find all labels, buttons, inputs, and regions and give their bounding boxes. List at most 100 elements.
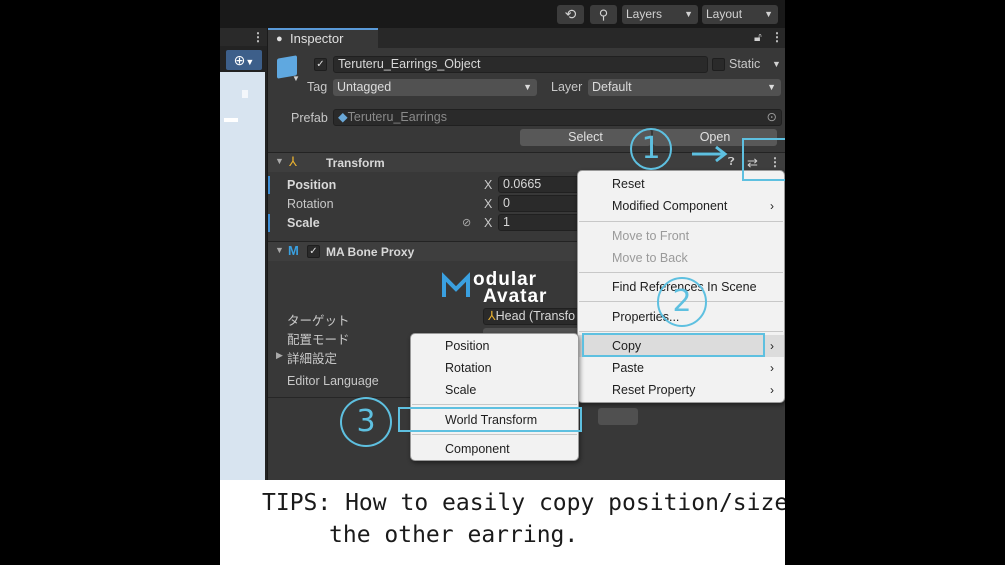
tag-dropdown[interactable]: Untagged ▼ (333, 79, 537, 96)
chevron-right-icon: › (770, 339, 774, 353)
open-label: Open (699, 130, 731, 144)
prefab-value: Teruteru_Earrings (347, 110, 447, 124)
editor-language-label: Editor Language (287, 374, 379, 388)
chevron-down-icon: ▼ (767, 82, 776, 92)
tag-value: Untagged (337, 80, 392, 94)
placement-mode-label: 配置モード (287, 333, 350, 347)
logo-text: Avatar (483, 286, 548, 307)
menu-item-move-to-back: Move to Back (612, 251, 688, 265)
layers-label: Layers (626, 7, 663, 21)
copy-submenu: Position Rotation Scale World Transform … (410, 333, 579, 461)
prefab-icon: ◆ (338, 110, 348, 124)
step-1-marker: 1 (630, 128, 672, 170)
scene-object (242, 90, 248, 98)
transform-title: Transform (326, 156, 385, 170)
tab-inspector[interactable]: ● Inspector (268, 28, 378, 48)
chevron-right-icon: › (770, 361, 774, 375)
transform-axes-icon: ⅄ (289, 154, 297, 169)
chevron-down-icon: ▼ (523, 82, 532, 92)
more-options-icon[interactable]: ⋮ (252, 30, 264, 44)
caption-panel: TIPS: How to easily copy position/size t… (220, 480, 785, 565)
info-icon: ● (276, 33, 283, 45)
more-options-icon[interactable]: ⋮ (771, 30, 783, 44)
scene-view[interactable] (220, 72, 265, 480)
position-x-field[interactable]: 0.0665 (498, 176, 588, 193)
object-name-text: Teruteru_Earrings_Object (338, 57, 481, 71)
target-field[interactable]: ⅄Head (Transfo (483, 308, 583, 325)
menu-separator (579, 221, 783, 222)
chevron-down-icon[interactable]: ▼ (292, 74, 300, 83)
caption-line-2: the other earring. (329, 522, 579, 548)
submenu-item-position[interactable]: Position (411, 335, 578, 357)
target-value: Head (Transfo (495, 309, 576, 323)
scale-label: Scale (287, 216, 320, 230)
layers-dropdown[interactable]: Layers ▼ (622, 5, 698, 24)
prefab-label: Prefab (291, 111, 328, 125)
editor-frame: ⟲ ⚲ Layers ▼ Layout ▼ ⋮ ⊕▼ ● Inspector 🔓… (220, 0, 785, 565)
tag-label: Tag (307, 80, 328, 94)
menu-item-modified-component[interactable]: Modified Component › (578, 195, 784, 217)
object-picker-icon[interactable]: ⊙ (767, 110, 777, 125)
chevron-down-icon: ▼ (684, 9, 693, 19)
bone-proxy-enabled-checkbox[interactable]: ✓ (307, 245, 320, 258)
menu-separator (412, 434, 577, 435)
highlight-box (582, 333, 765, 357)
arrow-right-icon (690, 144, 730, 164)
chevron-down-icon[interactable]: ▼ (772, 59, 781, 69)
constrain-proportions-icon[interactable]: ⊘ (462, 216, 471, 229)
modified-indicator (268, 176, 270, 194)
scene-object (224, 118, 238, 122)
position-x-value: 0.0665 (503, 177, 542, 191)
target-label: ターゲット (287, 314, 350, 328)
highlight-box (742, 138, 785, 181)
select-label: Select (568, 130, 603, 144)
scale-x-value: 1 (503, 215, 510, 229)
caption-line-1: TIPS: How to easily copy position/size t… (262, 490, 785, 516)
object-name-field[interactable]: Teruteru_Earrings_Object (333, 56, 708, 73)
chevron-down-icon: ▼ (764, 9, 773, 19)
static-checkbox[interactable] (712, 58, 725, 71)
menu-item-reset-property[interactable]: Reset Property › (578, 379, 784, 401)
chevron-down-icon: ▼ (275, 156, 284, 166)
menu-item-move-to-front: Move to Front (612, 229, 690, 243)
active-checkbox[interactable]: ✓ (314, 58, 327, 71)
crosshair-icon: ⊕ (233, 52, 246, 68)
chevron-down-icon: ▼ (275, 245, 284, 255)
submenu-item-scale[interactable]: Scale (411, 379, 578, 401)
scene-tab: ⋮ (220, 28, 267, 46)
axis-x-label: X (484, 216, 493, 230)
menu-separator (579, 331, 783, 332)
history-icon: ⟲ (564, 6, 577, 22)
step-2-marker: 2 (657, 277, 707, 327)
modular-avatar-icon: M (288, 243, 299, 258)
layer-dropdown[interactable]: Default ▼ (588, 79, 781, 96)
submenu-item-rotation[interactable]: Rotation (411, 357, 578, 379)
lock-icon[interactable]: 🔓︎ (754, 30, 762, 45)
layer-value: Default (592, 80, 632, 94)
menu-separator (579, 272, 783, 273)
highlight-box (398, 407, 582, 432)
chevron-down-icon: ▼ (245, 57, 255, 67)
rotation-x-field[interactable]: 0 (498, 195, 588, 212)
transform-gizmo-button[interactable]: ⊕▼ (226, 50, 262, 70)
chevron-right-icon: › (770, 383, 774, 397)
chevron-right-icon: › (770, 199, 774, 213)
chevron-right-icon[interactable]: ▶ (276, 350, 283, 361)
history-button[interactable]: ⟲ (557, 5, 584, 24)
scale-x-field[interactable]: 1 (498, 214, 588, 231)
prefab-field[interactable]: ◆Teruteru_Earrings ⊙ (333, 109, 782, 126)
static-label: Static (729, 57, 761, 71)
search-button[interactable]: ⚲ (590, 5, 617, 24)
menu-item-paste[interactable]: Paste › (578, 357, 784, 379)
rotation-x-value: 0 (503, 196, 510, 210)
transform-axes-icon: ⅄ (488, 309, 496, 323)
top-toolbar: ⟲ ⚲ Layers ▼ Layout ▼ (220, 0, 785, 28)
modified-indicator (268, 214, 270, 232)
advanced-settings-foldout[interactable]: 詳細設定 (287, 348, 337, 367)
submenu-item-component[interactable]: Component (411, 438, 578, 460)
add-component-button[interactable] (598, 408, 638, 425)
step-3-marker: 3 (340, 397, 392, 447)
layout-dropdown[interactable]: Layout ▼ (702, 5, 778, 24)
search-icon: ⚲ (598, 7, 609, 22)
axis-x-label: X (484, 197, 493, 211)
